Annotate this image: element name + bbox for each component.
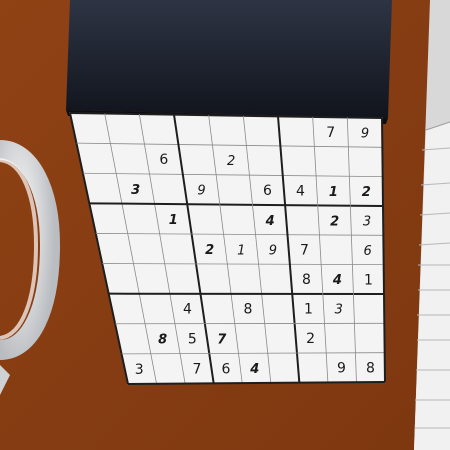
sudoku-cell-digit: 2 (205, 243, 214, 258)
sudoku-cell-digit: 8 (302, 272, 311, 288)
sudoku-cell-digit: 7 (193, 362, 202, 378)
sudoku-cell-digit: 1 (169, 213, 178, 228)
sudoku-cell-digit: 5 (188, 332, 197, 348)
sudoku-cell-digit: 1 (329, 185, 338, 200)
sudoku-cell-digit: 8 (366, 360, 375, 376)
sudoku-cell-digit: 4 (249, 362, 259, 377)
sudoku-cell-digit: 4 (183, 302, 192, 318)
sudoku-cell-digit: 1 (237, 243, 245, 258)
sudoku-cell-digit: 6 (263, 183, 272, 199)
sudoku-cell-digit: 9 (269, 243, 277, 258)
sudoku-cell-digit: 6 (159, 152, 168, 168)
sudoku-cell-digit: 3 (135, 362, 144, 378)
sudoku-cell-digit: 8 (244, 302, 253, 318)
sudoku-cell-digit: 3 (335, 303, 343, 318)
sudoku-cell-digit: 9 (197, 184, 205, 199)
sudoku-cell-digit: 9 (361, 126, 369, 141)
sudoku-cell-digit: 1 (304, 302, 313, 318)
sudoku-cell-digit: 1 (364, 272, 373, 288)
sudoku-cell-digit: 3 (131, 183, 140, 198)
sudoku-cell-digit: 3 (363, 215, 371, 230)
sudoku-cell-digit: 8 (158, 333, 167, 348)
sudoku-cell-digit: 9 (337, 361, 346, 377)
sudoku-cell-digit: 2 (227, 154, 235, 169)
sudoku-cell-digit: 7 (300, 243, 309, 259)
dark-box (66, 0, 392, 124)
sudoku-cell-digit: 7 (217, 333, 227, 348)
sudoku-cell-digit: 2 (306, 331, 315, 347)
sudoku-cell-digit: 6 (364, 244, 372, 259)
sudoku-cell-digit: 2 (362, 185, 371, 200)
sudoku-cell-digit: 6 (221, 361, 230, 377)
sudoku-cell-digit: 7 (326, 125, 335, 141)
sudoku-cell-digit: 2 (330, 214, 339, 229)
sudoku-cell-digit: 4 (332, 273, 342, 288)
sudoku-cell-digit: 4 (296, 184, 305, 200)
sudoku-scene: 7 96 23 9 6 4 1 21 4 2 32 1 9 7 68 4 14 8 1 38 5 7 23 7 6 4 9 8 (0, 0, 450, 450)
sudoku-cell-digit: 4 (265, 214, 275, 229)
